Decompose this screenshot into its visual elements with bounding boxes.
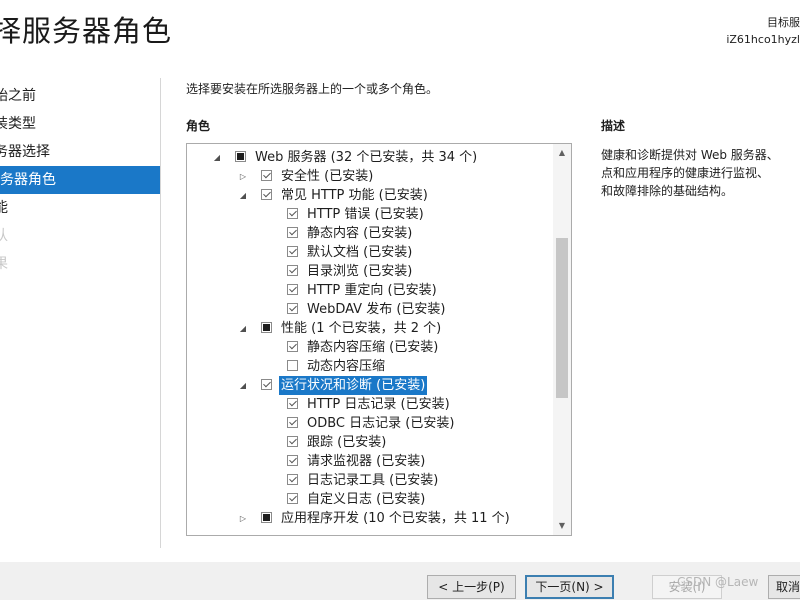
nav-item-5: 认 xyxy=(0,228,8,244)
wizard-nav: 始之前 装类型 务器选择 务器角色能认果 xyxy=(0,82,160,278)
page-title: 择服务器角色 xyxy=(0,14,173,48)
target-server-panel: 目标服 iZ61hco1hyzl xyxy=(726,14,800,48)
triangle-right-icon[interactable]: ▷ xyxy=(237,509,249,528)
tree-row[interactable]: ODBC 日志记录 (已安装) xyxy=(187,414,551,433)
nav-item-2[interactable]: 务器选择 xyxy=(0,138,160,166)
tree-row[interactable]: 跟踪 (已安装) xyxy=(187,433,551,452)
role-checkbox[interactable] xyxy=(261,322,272,333)
role-checkbox[interactable] xyxy=(261,379,272,390)
role-checkbox[interactable] xyxy=(261,170,272,181)
cancel-button[interactable]: 取消 xyxy=(768,575,800,599)
role-checkbox[interactable] xyxy=(287,360,298,371)
role-checkbox[interactable] xyxy=(287,208,298,219)
nav-item-4[interactable]: 能 xyxy=(0,194,160,222)
role-checkbox[interactable] xyxy=(287,417,298,428)
role-label: HTTP 日志记录 (已安装) xyxy=(307,397,450,412)
role-label: Web 服务器 (32 个已安装，共 34 个) xyxy=(255,150,478,165)
role-checkbox[interactable] xyxy=(287,436,298,447)
role-checkbox[interactable] xyxy=(287,398,298,409)
tree-row[interactable]: ◢ 性能 (1 个已安装，共 2 个) xyxy=(187,319,551,338)
role-checkbox[interactable] xyxy=(287,303,298,314)
role-checkbox[interactable] xyxy=(261,189,272,200)
role-label: 请求监视器 (已安装) xyxy=(307,454,426,469)
instruction-text: 选择要安装在所选服务器上的一个或多个角色。 xyxy=(186,82,439,96)
triangle-right-icon[interactable]: ▷ xyxy=(237,167,249,186)
watermark: CSDN @Laew xyxy=(677,575,759,589)
tree-row[interactable]: HTTP 重定向 (已安装) xyxy=(187,281,551,300)
nav-item-1[interactable]: 装类型 xyxy=(0,110,160,138)
description-line: 和故障排除的基础结构。 xyxy=(601,184,734,198)
role-checkbox[interactable] xyxy=(235,151,246,162)
role-label: 应用程序开发 (10 个已安装，共 11 个) xyxy=(281,511,510,526)
tree-row[interactable]: 自定义日志 (已安装) xyxy=(187,490,551,509)
previous-button[interactable]: < 上一步(P) xyxy=(427,575,516,599)
role-label: 自定义日志 (已安装) xyxy=(307,492,426,507)
tree-row[interactable]: 默认文档 (已安装) xyxy=(187,243,551,262)
tree-row[interactable]: WebDAV 发布 (已安装) xyxy=(187,300,551,319)
role-checkbox[interactable] xyxy=(287,284,298,295)
scroll-down-arrow-icon[interactable]: ▼ xyxy=(553,517,571,535)
role-label: 日志记录工具 (已安装) xyxy=(307,473,439,488)
roles-heading: 角色 xyxy=(186,119,211,133)
role-checkbox[interactable] xyxy=(287,455,298,466)
role-label: 目录浏览 (已安装) xyxy=(307,264,413,279)
description-line: 点和应用程序的健康进行监视、 xyxy=(601,166,770,180)
role-label: HTTP 重定向 (已安装) xyxy=(307,283,437,298)
role-label: 静态内容 (已安装) xyxy=(307,226,413,241)
role-label: 跟踪 (已安装) xyxy=(307,435,387,450)
tree-row[interactable]: 静态内容压缩 (已安装) xyxy=(187,338,551,357)
tree-row[interactable]: 目录浏览 (已安装) xyxy=(187,262,551,281)
role-label: 常见 HTTP 功能 (已安装) xyxy=(281,188,428,203)
role-label: 静态内容压缩 (已安装) xyxy=(307,340,439,355)
description-line: 健康和诊断提供对 Web 服务器、 xyxy=(601,148,779,162)
description-heading: 描述 xyxy=(601,119,626,133)
tree-row[interactable]: HTTP 日志记录 (已安装) xyxy=(187,395,551,414)
role-checkbox[interactable] xyxy=(261,512,272,523)
triangle-down-icon[interactable]: ◢ xyxy=(237,376,249,395)
triangle-down-icon[interactable]: ◢ xyxy=(237,319,249,338)
tree-row[interactable]: 请求监视器 (已安装) xyxy=(187,452,551,471)
role-label: WebDAV 发布 (已安装) xyxy=(307,302,446,317)
role-checkbox[interactable] xyxy=(287,493,298,504)
description-text: 健康和诊断提供对 Web 服务器、 点和应用程序的健康进行监视、 和故障排除的基… xyxy=(601,146,800,200)
tree-row[interactable]: 日志记录工具 (已安装) xyxy=(187,471,551,490)
nav-item-0[interactable]: 始之前 xyxy=(0,82,160,110)
tree-row[interactable]: ◢ 运行状况和诊断 (已安装) xyxy=(187,376,551,395)
tree-row[interactable]: 静态内容 (已安装) xyxy=(187,224,551,243)
role-label: 动态内容压缩 xyxy=(307,359,386,374)
tree-row[interactable]: ▷ 应用程序开发 (10 个已安装，共 11 个) xyxy=(187,509,551,528)
next-button[interactable]: 下一页(N) > xyxy=(525,575,614,599)
target-server-name: iZ61hco1hyzl xyxy=(726,33,800,46)
role-checkbox[interactable] xyxy=(287,474,298,485)
role-label: 安全性 (已安装) xyxy=(281,169,374,184)
scrollbar-thumb[interactable] xyxy=(556,238,568,398)
tree-row[interactable]: ◢ 常见 HTTP 功能 (已安装) xyxy=(187,186,551,205)
tree-row[interactable]: ◢ Web 服务器 (32 个已安装，共 34 个) xyxy=(187,148,551,167)
role-checkbox[interactable] xyxy=(287,341,298,352)
roles-tree[interactable]: ◢ Web 服务器 (32 个已安装，共 34 个) ▷ 安全性 (已安装) ◢ 常见 H… xyxy=(186,143,572,536)
nav-item-3[interactable]: 务器角色 xyxy=(0,166,160,194)
role-checkbox[interactable] xyxy=(287,265,298,276)
triangle-down-icon[interactable]: ◢ xyxy=(237,186,249,205)
tree-row[interactable]: ▷ 安全性 (已安装) xyxy=(187,167,551,186)
nav-item-6: 果 xyxy=(0,256,8,272)
tree-row[interactable]: 动态内容压缩 xyxy=(187,357,551,376)
tree-row[interactable]: HTTP 错误 (已安装) xyxy=(187,205,551,224)
role-label: 性能 (1 个已安装，共 2 个) xyxy=(281,321,442,336)
roles-tree-scrollbar[interactable]: ▲ ▼ xyxy=(553,144,571,535)
role-checkbox[interactable] xyxy=(287,246,298,257)
role-label: 默认文档 (已安装) xyxy=(307,245,413,260)
role-label: HTTP 错误 (已安装) xyxy=(307,207,424,222)
scroll-up-arrow-icon[interactable]: ▲ xyxy=(553,144,571,162)
target-server-label: 目标服 xyxy=(767,16,800,29)
role-label: ODBC 日志记录 (已安装) xyxy=(307,416,455,431)
roles-tree-list: ◢ Web 服务器 (32 个已安装，共 34 个) ▷ 安全性 (已安装) ◢ 常见 H… xyxy=(187,148,551,528)
role-checkbox[interactable] xyxy=(287,227,298,238)
nav-divider xyxy=(160,78,161,548)
triangle-down-icon[interactable]: ◢ xyxy=(211,148,223,167)
role-label: 运行状况和诊断 (已安装) xyxy=(279,376,428,395)
